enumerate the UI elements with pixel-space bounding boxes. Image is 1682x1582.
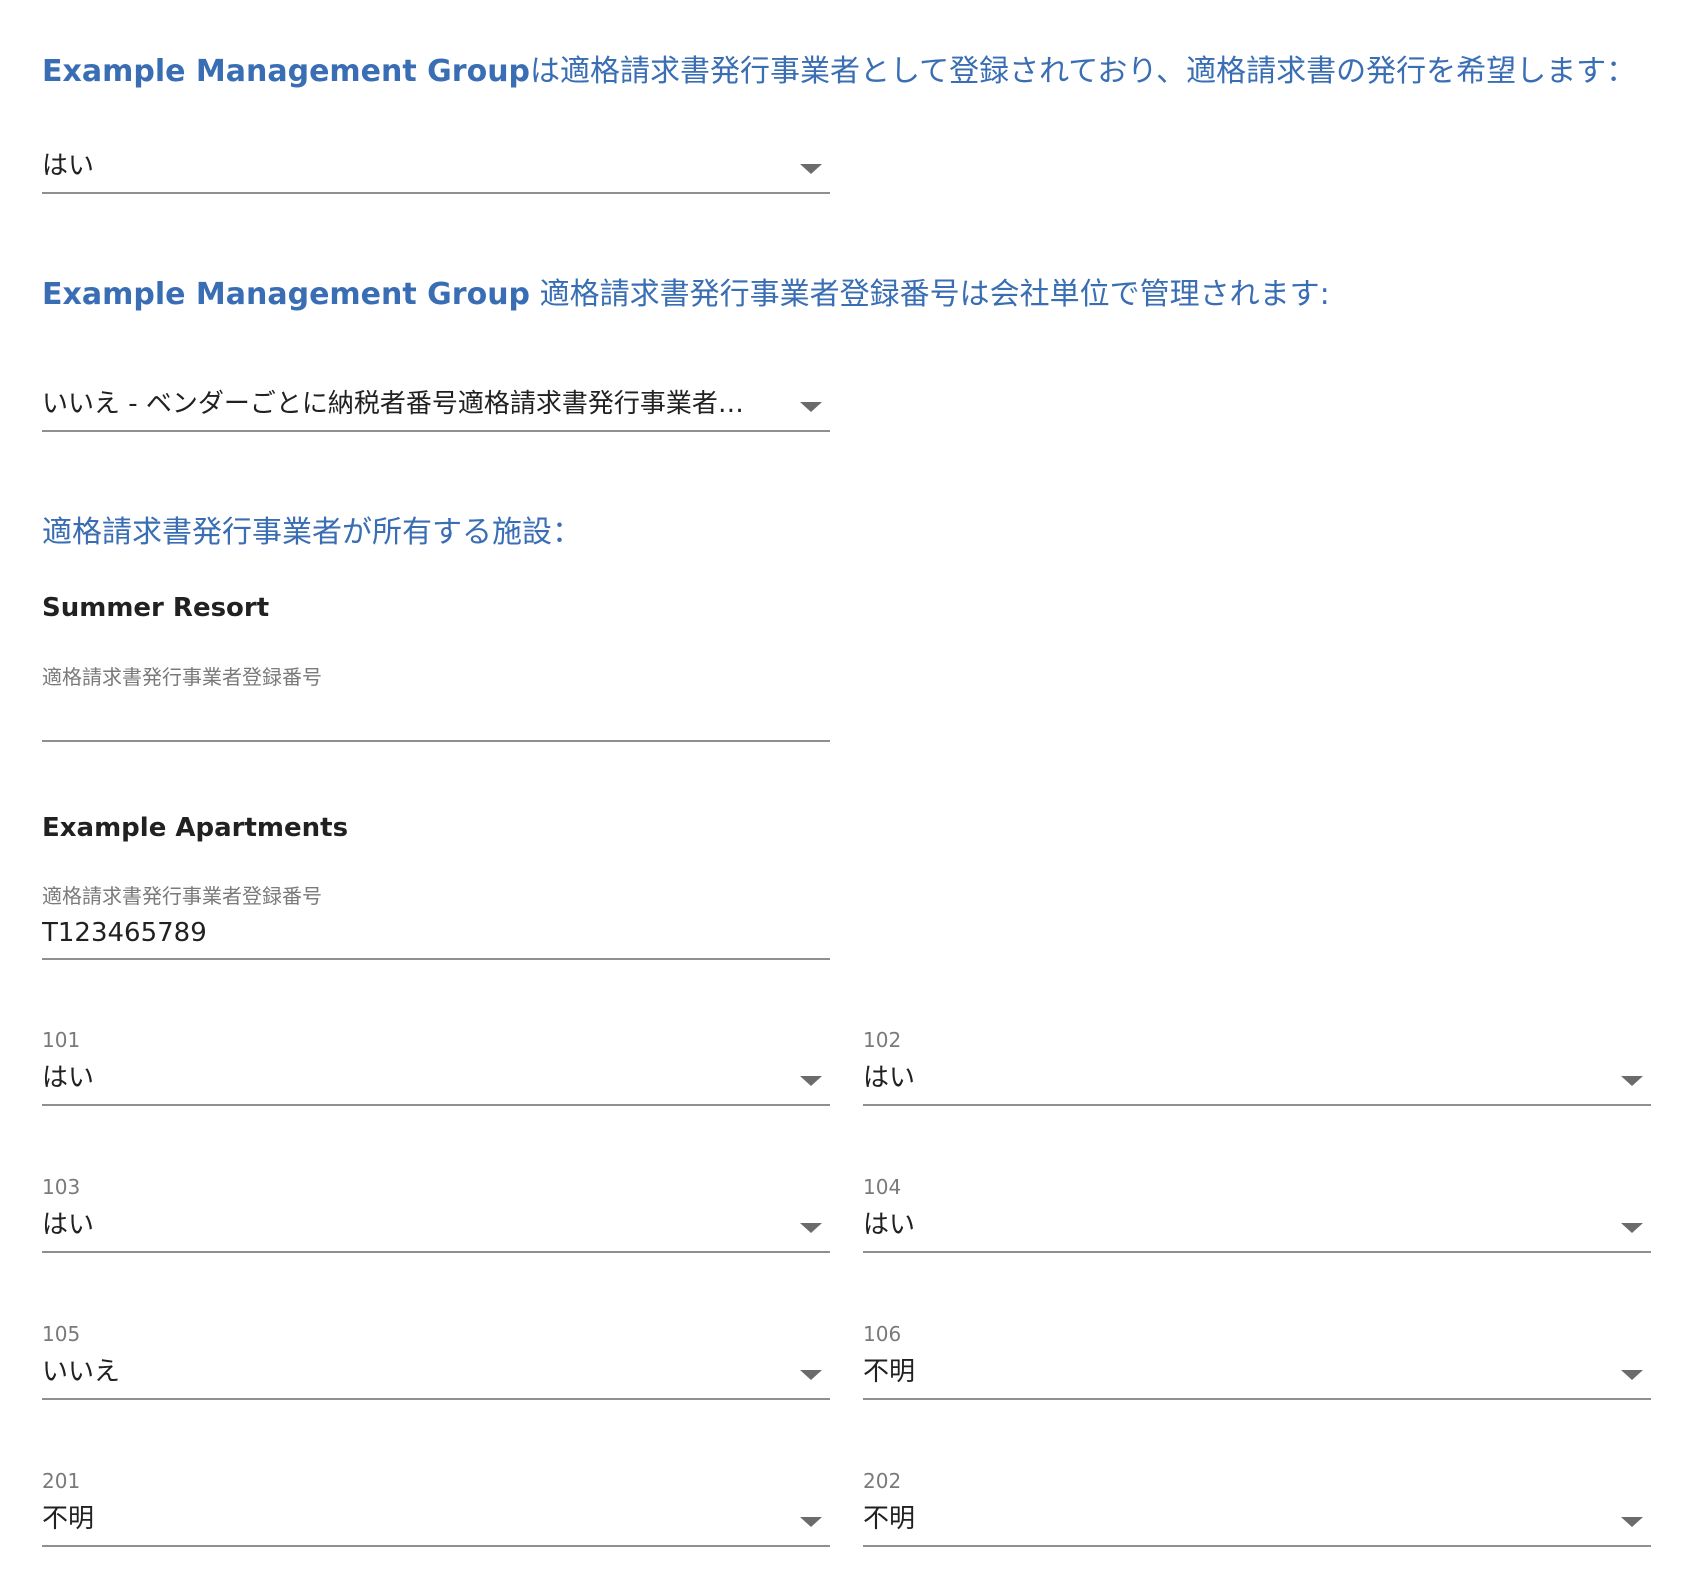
registration-number-label: 適格請求書発行事業者登録番号 [42, 665, 322, 689]
select-value: 不明 [863, 1504, 916, 1534]
unit-label: 106 [863, 1322, 902, 1346]
select-value: はい [42, 1063, 95, 1093]
select-value: いいえ [42, 1357, 121, 1387]
registration-number-input[interactable] [42, 690, 830, 742]
question-issuer-registered: Example Management Groupは適格請求書発行事業者として登録… [42, 54, 1636, 90]
unit-label: 102 [863, 1028, 902, 1052]
question-registration-managed-by-company: Example Management Group 適格請求書発行事業者登録番号は… [42, 277, 1330, 313]
invoice-registration-form: Example Management Groupは適格請求書発行事業者として登録… [0, 0, 1682, 1582]
question-text: 適格請求書発行事業者登録番号は会社単位で管理されます: [530, 277, 1330, 312]
unit-label: 103 [42, 1175, 81, 1199]
chevron-down-icon [1621, 1076, 1643, 1086]
unit-select-104[interactable]: はい [863, 1199, 1651, 1253]
chevron-down-icon [1621, 1517, 1643, 1527]
chevron-down-icon [800, 164, 822, 174]
company-name: Example Management Group [42, 277, 531, 312]
select-value: はい [863, 1063, 916, 1093]
chevron-down-icon [800, 1517, 822, 1527]
company-name: Example Management Group [42, 54, 531, 89]
question-text: 適格請求書発行事業者が所有する施設： [42, 515, 582, 550]
select-value: 不明 [863, 1357, 916, 1387]
property-name: Example Apartments [42, 813, 349, 843]
chevron-down-icon [800, 1076, 822, 1086]
select-value: 不明 [42, 1504, 95, 1534]
unit-select-106[interactable]: 不明 [863, 1346, 1651, 1400]
select-value: はい [42, 1210, 95, 1240]
unit-select-105[interactable]: いいえ [42, 1346, 830, 1400]
select-value: はい [863, 1210, 916, 1240]
unit-select-102[interactable]: はい [863, 1052, 1651, 1106]
unit-label: 201 [42, 1469, 81, 1493]
chevron-down-icon [800, 1370, 822, 1380]
question-owned-properties: 適格請求書発行事業者が所有する施設： [42, 515, 582, 551]
unit-label: 104 [863, 1175, 902, 1199]
unit-label: 105 [42, 1322, 81, 1346]
chevron-down-icon [1621, 1370, 1643, 1380]
unit-select-103[interactable]: はい [42, 1199, 830, 1253]
unit-select-202[interactable]: 不明 [863, 1493, 1651, 1547]
unit-label: 202 [863, 1469, 902, 1493]
select-value: いいえ - ベンダーごとに納税者番号適格請求書発行事業者… [42, 389, 744, 419]
issuer-registered-select[interactable]: はい [42, 140, 830, 194]
chevron-down-icon [1621, 1223, 1643, 1233]
chevron-down-icon [800, 402, 822, 412]
question-text: は適格請求書発行事業者として登録されており、適格請求書の発行を希望します： [530, 54, 1637, 89]
registration-management-select[interactable]: いいえ - ベンダーごとに納税者番号適格請求書発行事業者… [42, 378, 830, 432]
property-name: Summer Resort [42, 593, 270, 623]
registration-number-input[interactable] [42, 908, 830, 960]
unit-select-101[interactable]: はい [42, 1052, 830, 1106]
chevron-down-icon [800, 1223, 822, 1233]
unit-select-201[interactable]: 不明 [42, 1493, 830, 1547]
select-value: はい [42, 151, 95, 181]
registration-number-label: 適格請求書発行事業者登録番号 [42, 884, 322, 908]
unit-label: 101 [42, 1028, 81, 1052]
